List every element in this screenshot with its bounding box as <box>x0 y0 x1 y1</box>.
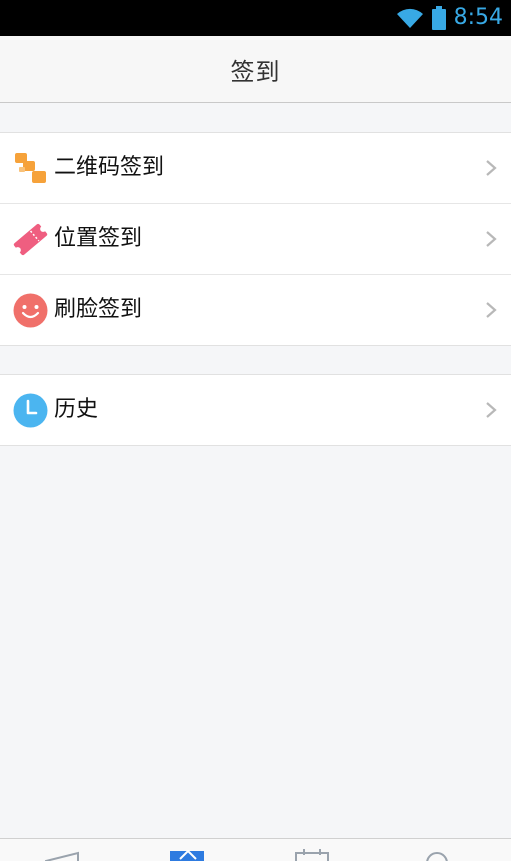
megaphone-icon[interactable] <box>44 849 84 861</box>
menu-item-qr-checkin[interactable]: 二维码签到 <box>0 133 511 204</box>
wifi-icon <box>396 8 423 28</box>
status-indicators: 8:54 <box>396 4 503 32</box>
checkin-tab-icon[interactable] <box>168 849 208 861</box>
calendar-icon[interactable] <box>294 849 334 861</box>
clock-icon <box>13 393 48 428</box>
menu-item-history[interactable]: 历史 <box>0 375 511 445</box>
history-list: 历史 <box>0 374 511 446</box>
status-bar: 8:54 <box>0 0 511 36</box>
title-bar: 签到 <box>0 36 511 103</box>
page-title: 签到 <box>230 57 281 86</box>
qr-code-icon <box>15 153 46 183</box>
menu-item-label: 刷脸签到 <box>54 297 143 322</box>
menu-item-label: 位置签到 <box>54 226 143 251</box>
menu-item-face-checkin[interactable]: 刷脸签到 <box>0 275 511 345</box>
checkin-methods-list: 二维码签到 位置签到 刷脸签到 <box>0 132 511 346</box>
chevron-right-icon <box>486 302 497 318</box>
ticket-icon <box>13 223 48 256</box>
menu-item-label: 历史 <box>54 397 99 422</box>
battery-icon <box>431 6 446 30</box>
chevron-right-icon <box>486 160 497 176</box>
bottom-tab-bar <box>0 838 511 861</box>
status-time: 8:54 <box>453 5 503 30</box>
smiley-face-icon <box>13 293 48 328</box>
chevron-right-icon <box>486 402 497 418</box>
menu-item-label: 二维码签到 <box>54 155 165 180</box>
chevron-right-icon <box>486 231 497 247</box>
menu-item-location-checkin[interactable]: 位置签到 <box>0 204 511 275</box>
profile-icon[interactable] <box>418 849 458 861</box>
